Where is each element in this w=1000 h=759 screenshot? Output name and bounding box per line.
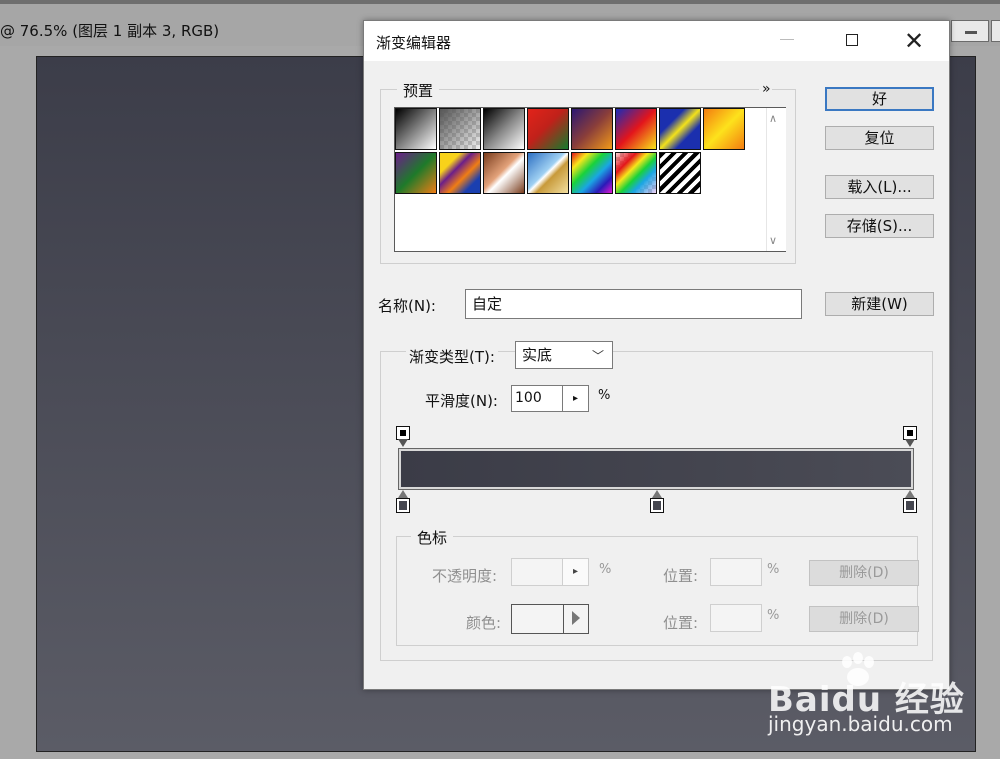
color-stop-middle[interactable] xyxy=(650,490,664,514)
dialog-close-button[interactable]: ✕ xyxy=(900,27,928,55)
smoothness-unit: % xyxy=(598,388,611,403)
dialog-minimize-icon xyxy=(780,39,794,40)
opacity-location-label: 位置: xyxy=(663,567,699,585)
watermark-url: jingyan.baidu.com xyxy=(768,712,953,736)
smoothness-slider-arrow-icon[interactable]: ▸ xyxy=(563,385,589,412)
gradient-editor-dialog: 渐变编辑器 ✕ 预置 » ∧ ∨ 好 复位 载入(L)... 存储(S)... … xyxy=(363,20,950,690)
preset-swatch-blue-red-yellow[interactable] xyxy=(615,108,657,150)
opacity-location-input[interactable] xyxy=(710,558,762,586)
window-restore-button[interactable] xyxy=(991,20,1000,42)
preset-swatch-black-white-2[interactable] xyxy=(483,108,525,150)
preset-swatch-red-green[interactable] xyxy=(527,108,569,150)
preset-swatch-transparent-rainbow[interactable] xyxy=(615,152,657,194)
save-button[interactable]: 存储(S)... xyxy=(825,214,934,238)
delete-opacity-stop-button[interactable]: 删除(D) xyxy=(809,560,919,586)
color-location-input[interactable] xyxy=(710,604,762,632)
reset-button[interactable]: 复位 xyxy=(825,126,934,150)
dialog-title-bar[interactable]: 渐变编辑器 ✕ xyxy=(364,21,949,61)
preset-swatch-violet-green-orange[interactable] xyxy=(395,152,437,194)
color-stop-right[interactable] xyxy=(903,490,917,514)
document-title: @ 76.5% (图层 1 副本 3, RGB) xyxy=(0,22,220,40)
preset-swatch-blue-yellow-blue[interactable] xyxy=(659,108,701,150)
smoothness-input[interactable]: 100 xyxy=(511,385,563,412)
preset-swatch-yellow-violet-orange-blue[interactable] xyxy=(439,152,481,194)
scroll-up-icon[interactable]: ∧ xyxy=(769,112,777,125)
stop-opacity-unit: % xyxy=(599,562,612,577)
preset-swatch-black-white[interactable] xyxy=(395,108,437,150)
gradient-type-label: 渐变类型(T): xyxy=(406,346,498,367)
scroll-down-icon[interactable]: ∨ xyxy=(769,234,777,247)
stop-opacity-input[interactable] xyxy=(511,558,563,586)
opacity-stop-left[interactable] xyxy=(396,426,410,448)
preset-swatch-spectrum[interactable] xyxy=(571,152,613,194)
name-input[interactable]: 自定 xyxy=(465,289,802,319)
color-stop-left[interactable] xyxy=(396,490,410,514)
dialog-maximize-button[interactable] xyxy=(846,34,858,46)
stop-color-label: 颜色: xyxy=(466,614,502,632)
load-button[interactable]: 载入(L)... xyxy=(825,175,934,199)
preset-swatch-transparent-checker[interactable] xyxy=(439,108,481,150)
opacity-stop-right[interactable] xyxy=(903,426,917,448)
name-label: 名称(N): xyxy=(378,297,436,315)
presets-list: ∧ ∨ xyxy=(394,107,786,252)
window-minimize-button[interactable] xyxy=(951,20,989,42)
preset-swatch-transparent-stripes[interactable] xyxy=(659,152,701,194)
presets-legend: 预置 xyxy=(397,80,440,101)
chevron-down-icon[interactable]: ﹀ xyxy=(592,347,604,364)
dialog-title: 渐变编辑器 xyxy=(376,34,452,52)
smoothness-label: 平滑度(N): xyxy=(425,392,498,410)
preset-swatch-chrome[interactable] xyxy=(527,152,569,194)
color-location-unit: % xyxy=(767,608,780,623)
ok-button[interactable]: 好 xyxy=(825,87,934,111)
preset-swatch-orange-yellow-orange[interactable] xyxy=(703,108,745,150)
delete-color-stop-button[interactable]: 删除(D) xyxy=(809,606,919,632)
preset-swatch-violet-orange[interactable] xyxy=(571,108,613,150)
color-stops-legend: 色标 xyxy=(411,527,454,548)
gradient-preview-bar[interactable] xyxy=(398,448,914,490)
presets-menu-arrow-icon[interactable]: » xyxy=(759,81,772,97)
stop-opacity-arrow-icon[interactable]: ▸ xyxy=(563,558,589,586)
opacity-location-unit: % xyxy=(767,562,780,577)
preset-swatch-copper[interactable] xyxy=(483,152,525,194)
new-button[interactable]: 新建(W) xyxy=(825,292,934,316)
presets-scrollbar[interactable] xyxy=(766,108,786,251)
stop-opacity-label: 不透明度: xyxy=(432,567,498,585)
color-location-label: 位置: xyxy=(663,614,699,632)
color-picker-arrow-icon[interactable] xyxy=(563,604,589,634)
